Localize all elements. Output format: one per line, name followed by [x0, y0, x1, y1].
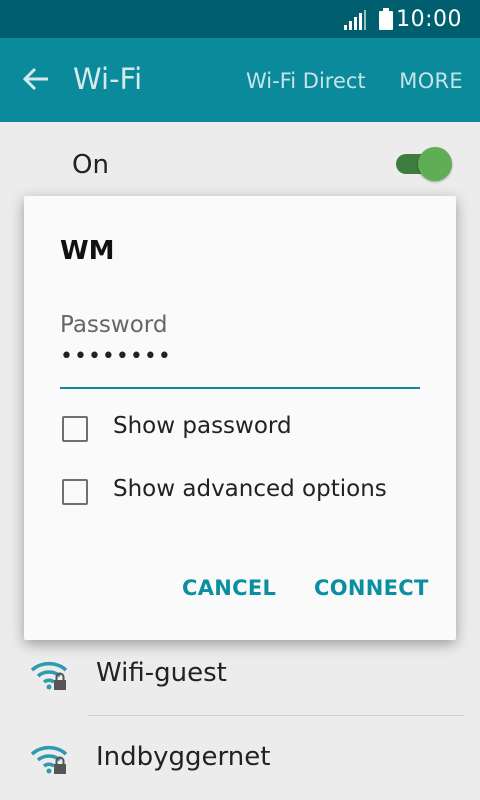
password-label: Password [60, 312, 168, 338]
show-advanced-option[interactable]: Show advanced options [60, 475, 440, 515]
wifi-direct-button[interactable]: Wi-Fi Direct [246, 69, 366, 93]
show-password-label: Show password [113, 413, 292, 439]
show-password-checkbox[interactable] [62, 416, 88, 442]
dialog-title: WM [60, 236, 115, 266]
show-advanced-checkbox[interactable] [62, 479, 88, 505]
status-time: 10:00 [396, 7, 462, 32]
show-password-option[interactable]: Show password [60, 412, 440, 452]
password-underline [60, 387, 420, 389]
wifi-locked-icon [30, 744, 70, 780]
network-row-indbyggernet[interactable]: Indbyggernet [0, 716, 480, 800]
network-name: Wifi-guest [96, 658, 227, 688]
battery-icon [379, 8, 393, 34]
network-name: Indbyggernet [96, 742, 271, 772]
network-row-wifi-guest[interactable]: Wifi-guest [0, 632, 480, 716]
wifi-toggle-row[interactable]: On [0, 122, 480, 204]
more-button[interactable]: MORE [399, 69, 463, 93]
wifi-password-dialog: WM Password •••••••• Show password Show … [24, 196, 456, 640]
back-arrow-icon[interactable] [22, 67, 49, 95]
wifi-toggle-thumb[interactable] [418, 147, 452, 181]
wifi-locked-icon [30, 660, 70, 696]
signal-icon [344, 10, 366, 34]
app-bar: Wi-Fi Wi-Fi Direct MORE [0, 38, 480, 122]
cancel-button[interactable]: CANCEL [182, 576, 276, 600]
wifi-toggle-label: On [72, 150, 109, 180]
connect-button[interactable]: CONNECT [314, 576, 429, 600]
show-advanced-label: Show advanced options [113, 476, 387, 502]
password-input[interactable]: •••••••• [60, 344, 172, 369]
page-title: Wi-Fi [73, 62, 143, 96]
status-bar: 10:00 [0, 0, 480, 38]
